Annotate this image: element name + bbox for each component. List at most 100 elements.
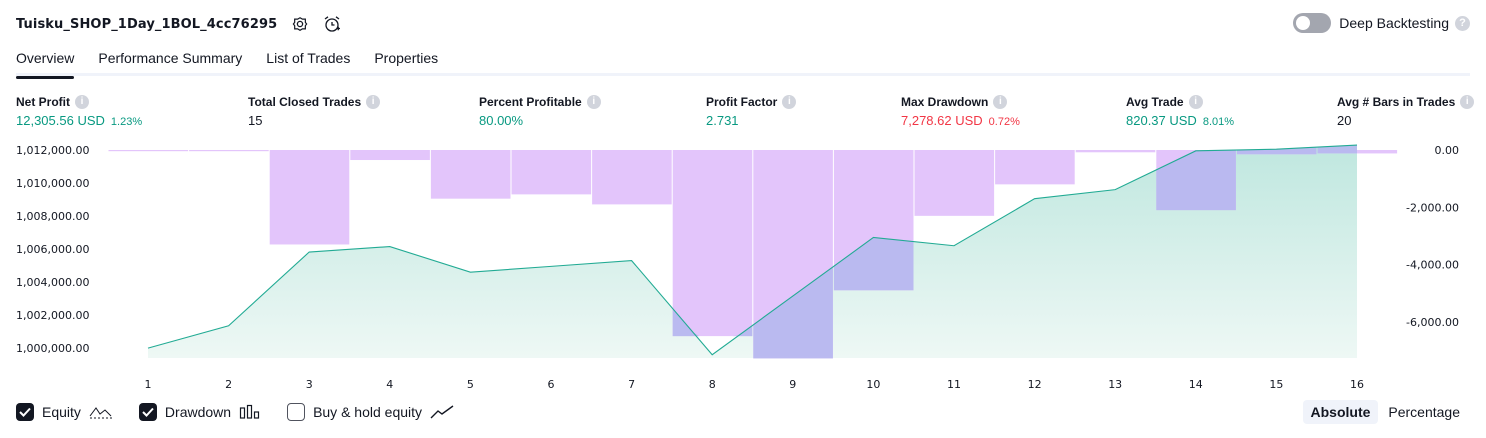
x-axis-tick-label: 8 <box>709 378 716 391</box>
left-axis-tick-label: 1,010,000.00 <box>16 177 89 190</box>
info-icon[interactable]: i <box>586 94 601 109</box>
left-axis-tick-label: 1,008,000.00 <box>16 210 89 223</box>
drawdown-checkbox[interactable] <box>138 403 157 421</box>
gear-icon[interactable] <box>291 15 309 33</box>
x-axis-tick-label: 7 <box>628 378 635 391</box>
metric-avg-trade: Avg Trade i 820.37 USD 8.01% <box>1126 94 1234 128</box>
metric-percent: 1.23% <box>110 116 143 128</box>
info-icon[interactable]: i <box>782 94 797 109</box>
buy-hold-checkbox[interactable] <box>287 403 306 421</box>
left-axis-tick-label: 1,006,000.00 <box>16 243 89 256</box>
tab-properties[interactable]: Properties <box>374 48 438 76</box>
metric-label: Percent Profitable <box>479 94 582 109</box>
drawdown-bar <box>914 150 995 216</box>
tab-list-of-trades[interactable]: List of Trades <box>266 48 350 76</box>
metric-net-profit: Net Profit i 12,305.56 USD 1.23% <box>16 94 142 128</box>
left-axis-tick-label: 1,004,000.00 <box>16 276 89 289</box>
x-axis-tick-label: 11 <box>947 378 961 391</box>
metric-percent: 0.72% <box>988 116 1020 128</box>
deep-backtesting-toggle[interactable] <box>1293 13 1332 33</box>
metric-percent-profitable: Percent Profitable i 80.00% <box>479 94 601 128</box>
x-axis-tick-label: 12 <box>1028 378 1042 391</box>
left-axis-tick-label: 1,000,000.00 <box>16 342 89 355</box>
toggle-knob <box>1296 16 1311 30</box>
legend-label: Buy & hold equity <box>313 404 423 420</box>
drawdown-bar <box>511 150 592 195</box>
x-axis-tick-label: 4 <box>386 378 393 391</box>
equity-line-icon <box>89 404 113 420</box>
legend-equity[interactable]: Equity <box>16 403 113 421</box>
metric-value: 2.731 <box>706 113 739 128</box>
drawdown-bar <box>108 150 189 152</box>
absolute-mode-button[interactable]: Absolute <box>1302 400 1379 424</box>
legend-buy-hold-equity[interactable]: Buy & hold equity <box>287 403 454 421</box>
metric-label: Profit Factor <box>706 94 778 109</box>
equity-checkbox[interactable] <box>16 403 34 421</box>
metric-label: Avg Trade <box>1126 94 1184 109</box>
chart-legend: Equity Drawdown Buy & hold equity <box>16 403 480 421</box>
percentage-mode-button[interactable]: Percentage <box>1380 400 1468 424</box>
strategy-header: Tuisku_SHOP_1Day_1BOL_4cc76295 <box>16 12 341 36</box>
legend-label: Equity <box>42 404 81 420</box>
x-axis-tick-label: 14 <box>1189 378 1203 391</box>
metric-label: Avg # Bars in Trades <box>1337 94 1456 109</box>
metric-value: 12,305.56 USD <box>16 113 105 128</box>
drawdown-bar <box>350 150 430 161</box>
drawdown-bar <box>269 150 350 245</box>
metric-label: Total Closed Trades <box>248 94 362 109</box>
right-axis-tick-label: 0.00 <box>1435 144 1460 157</box>
tab-performance-summary[interactable]: Performance Summary <box>98 48 242 76</box>
right-axis-tick-label: -6,000.00 <box>1406 316 1459 329</box>
x-axis-tick-label: 3 <box>306 378 313 391</box>
x-axis: 1 2 3 4 5 6 7 8 9 10 11 12 13 14 15 16 <box>145 378 1365 391</box>
drawdown-bar <box>592 150 672 205</box>
drawdown-bar <box>189 150 269 152</box>
right-axis-tick-label: -4,000.00 <box>1406 259 1459 272</box>
x-axis-tick-label: 5 <box>467 378 474 391</box>
legend-drawdown[interactable]: Drawdown <box>138 403 261 421</box>
metric-total-closed-trades: Total Closed Trades i 15 <box>248 94 381 128</box>
tab-overview[interactable]: Overview <box>16 48 75 79</box>
metric-profit-factor: Profit Factor i 2.731 <box>706 94 797 128</box>
left-axis: 1,000,000.00 1,002,000.00 1,004,000.00 1,00… <box>16 144 89 355</box>
x-axis-tick-label: 1 <box>145 378 152 391</box>
alarm-clock-plus-icon[interactable] <box>323 15 341 33</box>
metric-value: 20 <box>1337 113 1352 128</box>
left-axis-tick-label: 1,002,000.00 <box>16 309 89 322</box>
x-axis-tick-label: 9 <box>789 378 796 391</box>
info-icon[interactable]: i <box>75 94 89 109</box>
help-icon[interactable]: ? <box>1455 15 1470 31</box>
x-axis-tick-label: 2 <box>225 378 232 391</box>
right-axis-tick-label: -2,000.00 <box>1406 201 1459 214</box>
right-axis: 0.00 -2,000.00 -4,000.00 -6,000.00 <box>1406 144 1459 329</box>
display-mode-switch: Absolute Percentage <box>1301 400 1469 424</box>
metric-value: 7,278.62 USD <box>901 113 983 128</box>
drawdown-bar <box>430 150 511 199</box>
left-axis-tick-label: 1,012,000.00 <box>16 144 89 157</box>
info-icon[interactable]: i <box>1188 94 1203 109</box>
metric-max-drawdown: Max Drawdown i 7,278.62 USD 0.72% <box>901 94 1020 128</box>
metric-avg-bars-in-trades: Avg # Bars in Trades i 20 <box>1337 94 1475 128</box>
legend-label: Drawdown <box>164 404 232 420</box>
info-icon[interactable]: i <box>366 94 381 109</box>
metric-value: 80.00% <box>479 113 524 128</box>
info-icon[interactable]: i <box>993 94 1008 109</box>
drawdown-bar <box>1075 150 1156 153</box>
drawdown-bar <box>672 150 753 337</box>
x-axis-tick-label: 10 <box>866 378 880 391</box>
metric-value: 820.37 USD <box>1126 113 1197 128</box>
metric-value: 15 <box>248 113 263 128</box>
metric-percent: 8.01% <box>1202 116 1235 128</box>
deep-backtesting: Deep Backtesting ? <box>1293 13 1470 33</box>
equity-drawdown-chart[interactable]: 1,000,000.00 1,002,000.00 1,004,000.00 1,00… <box>0 140 1486 396</box>
buy-hold-line-icon <box>430 404 454 420</box>
x-axis-tick-label: 15 <box>1269 378 1283 391</box>
metric-label: Max Drawdown <box>901 94 989 109</box>
deep-backtesting-label: Deep Backtesting <box>1339 15 1449 31</box>
metric-label: Net Profit <box>16 94 70 109</box>
drawdown-bars-icon <box>239 404 261 420</box>
x-axis-tick-label: 16 <box>1350 378 1364 391</box>
info-icon[interactable]: i <box>1460 94 1475 109</box>
strategy-title: Tuisku_SHOP_1Day_1BOL_4cc76295 <box>16 16 278 32</box>
report-tabs: Overview Performance Summary List of Tra… <box>16 48 1470 79</box>
